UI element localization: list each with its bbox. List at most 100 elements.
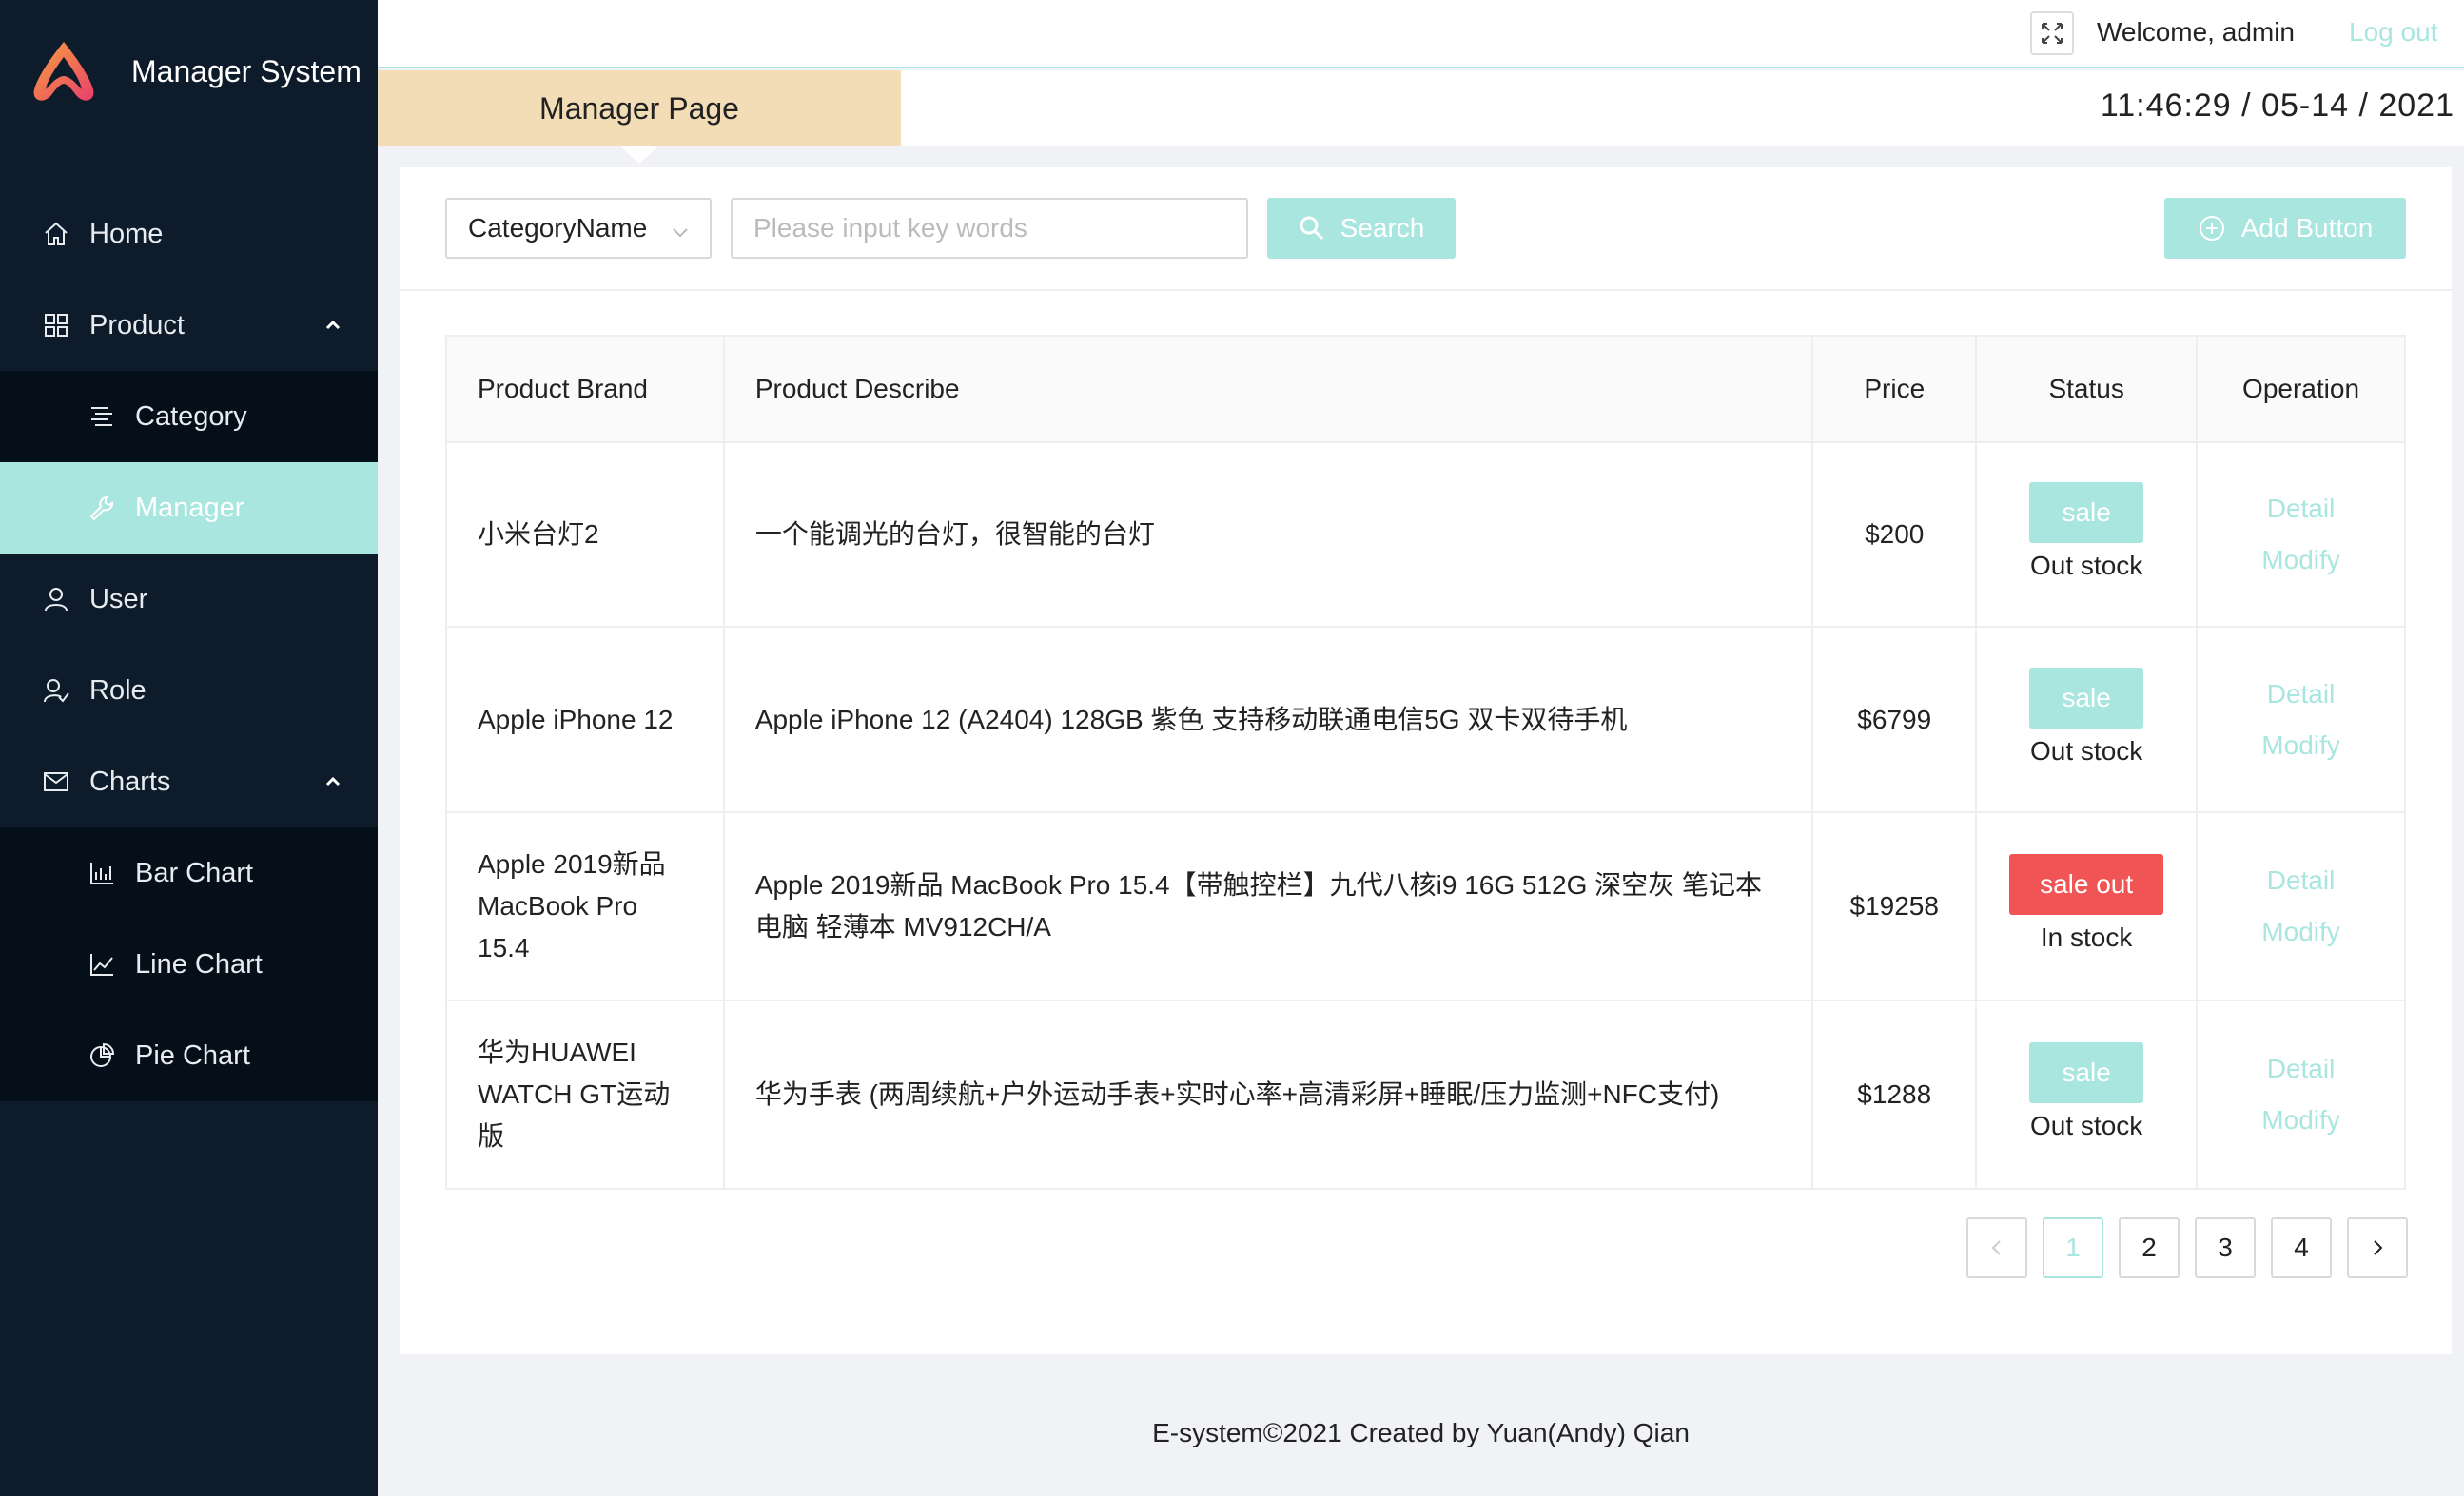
mail-icon [42, 767, 70, 796]
sidebar-item-label: Line Chart [135, 948, 263, 980]
cell-price: $200 [1811, 441, 1978, 628]
role-icon [42, 676, 70, 705]
page-header: Manager Page 11:46:29 / 05-14 / 2021 [378, 70, 2464, 164]
cell-describe: Apple 2019新品 MacBook Pro 15.4【带触控栏】九代八核i… [722, 811, 1814, 1001]
table-row: Apple 2019新品 MacBook Pro 15.4 Apple 2019… [445, 811, 2406, 1001]
search-button-label: Search [1340, 213, 1425, 243]
cell-status: sale Out stock [1975, 626, 2199, 813]
product-table: Product Brand Product Describe Price Sta… [445, 335, 2406, 1190]
sidebar-item-product[interactable]: Product [0, 280, 378, 371]
status-badge[interactable]: sale [2029, 482, 2143, 543]
logout-link[interactable]: Log out [2349, 17, 2437, 48]
table-row: 小米台灯2 一个能调光的台灯，很智能的台灯 $200 sale Out stoc… [445, 441, 2406, 628]
col-header-status: Status [1975, 335, 2199, 443]
cell-operation: Detail Modify [2196, 441, 2406, 628]
fullscreen-icon [2042, 23, 2063, 44]
bar-chart-icon [88, 859, 116, 887]
stock-text: Out stock [2030, 1111, 2143, 1140]
cell-describe: Apple iPhone 12 (A2404) 128GB 紫色 支持移动联通电… [722, 626, 1814, 813]
clock-display: 11:46:29 / 05-14 / 2021 [2100, 87, 2454, 124]
pagination: 1 2 3 4 [1966, 1217, 2408, 1278]
sidebar-item-category[interactable]: Category [0, 371, 378, 462]
modify-link[interactable]: Modify [2213, 725, 2389, 767]
table-header-row: Product Brand Product Describe Price Sta… [445, 335, 2406, 443]
sidebar-item-label: Product [89, 309, 185, 340]
sidebar-item-bar-chart[interactable]: Bar Chart [0, 827, 378, 919]
pie-chart-icon [88, 1041, 116, 1070]
toolbar: CategoryName Search Add Button [400, 167, 2452, 291]
add-button-label: Add Button [2240, 213, 2374, 243]
sidebar-item-label: Charts [89, 766, 171, 797]
cell-price: $1288 [1811, 1000, 1978, 1190]
sidebar-item-home[interactable]: Home [0, 188, 378, 280]
sidebar-item-label: Home [89, 218, 164, 249]
detail-link[interactable]: Detail [2213, 1048, 2389, 1090]
sidebar-item-label: Category [135, 400, 247, 432]
logo: Manager System [0, 0, 378, 143]
modify-link[interactable]: Modify [2213, 1099, 2389, 1141]
next-page-button[interactable] [2347, 1217, 2408, 1278]
cell-describe: 一个能调光的台灯，很智能的台灯 [722, 441, 1814, 628]
sidebar-item-label: Pie Chart [135, 1039, 250, 1071]
stock-text: In stock [2040, 923, 2133, 952]
cell-operation: Detail Modify [2196, 626, 2406, 813]
sidebar-menu: Home Product Category Manager User Role … [0, 188, 378, 1101]
page-button-4[interactable]: 4 [2271, 1217, 2332, 1278]
cell-brand: Apple iPhone 12 [445, 626, 725, 813]
footer-text: E-system©2021 Created by Yuan(Andy) Qian [1152, 1417, 1690, 1447]
detail-link[interactable]: Detail [2213, 673, 2389, 715]
content-card: CategoryName Search Add Button Product B… [400, 167, 2452, 1354]
chevron-left-icon [1991, 1240, 2001, 1255]
page-button-2[interactable]: 2 [2119, 1217, 2180, 1278]
page-title: Manager Page [378, 70, 901, 164]
search-button[interactable]: Search [1267, 198, 1456, 259]
cell-price: $6799 [1811, 626, 1978, 813]
add-button[interactable]: Add Button [2164, 198, 2406, 259]
plus-circle-icon [2199, 216, 2224, 241]
col-header-brand: Product Brand [445, 335, 725, 443]
sidebar: Manager System Home Product Category Man… [0, 0, 378, 1496]
app-logo-icon [33, 42, 94, 101]
modify-link[interactable]: Modify [2213, 539, 2389, 581]
cell-brand: Apple 2019新品 MacBook Pro 15.4 [445, 811, 725, 1001]
sidebar-item-line-chart[interactable]: Line Chart [0, 919, 378, 1010]
cell-price: $19258 [1811, 811, 1978, 1001]
detail-link[interactable]: Detail [2213, 488, 2389, 530]
col-header-describe: Product Describe [722, 335, 1814, 443]
grid-icon [42, 311, 70, 340]
category-select[interactable]: CategoryName [445, 198, 712, 259]
detail-link[interactable]: Detail [2213, 860, 2389, 902]
sidebar-item-charts[interactable]: Charts [0, 736, 378, 827]
welcome-text: Welcome, admin [2097, 17, 2296, 47]
status-badge[interactable]: sale [2029, 1042, 2143, 1103]
prev-page-button[interactable] [1966, 1217, 2027, 1278]
sidebar-item-label: Role [89, 674, 147, 706]
table-row: Apple iPhone 12 Apple iPhone 12 (A2404) … [445, 626, 2406, 813]
col-header-price: Price [1811, 335, 1978, 443]
footer: E-system©2021 Created by Yuan(Andy) Qian [378, 1370, 2464, 1496]
category-select-value: CategoryName [468, 213, 648, 243]
fullscreen-button[interactable] [2030, 11, 2074, 55]
status-badge[interactable]: sale [2029, 667, 2143, 729]
sidebar-item-label: User [89, 583, 148, 614]
table-row: 华为HUAWEI WATCH GT运动版 华为手表 (两周续航+户外运动手表+实… [445, 1000, 2406, 1190]
app-title: Manager System [131, 53, 362, 88]
line-chart-icon [88, 950, 116, 979]
stock-text: Out stock [2030, 551, 2143, 580]
page-button-3[interactable]: 3 [2195, 1217, 2256, 1278]
sidebar-item-role[interactable]: Role [0, 645, 378, 736]
sidebar-item-pie-chart[interactable]: Pie Chart [0, 1010, 378, 1101]
sidebar-item-label: Bar Chart [135, 857, 254, 888]
sidebar-item-label: Manager [135, 492, 244, 523]
sidebar-item-manager[interactable]: Manager [0, 462, 378, 554]
sidebar-item-user[interactable]: User [0, 554, 378, 645]
user-icon [42, 585, 70, 613]
modify-link[interactable]: Modify [2213, 911, 2389, 953]
page-button-1[interactable]: 1 [2043, 1217, 2103, 1278]
chevron-up-icon [323, 312, 343, 343]
search-input[interactable] [731, 198, 1248, 259]
search-icon [1300, 216, 1323, 241]
cell-describe: 华为手表 (两周续航+户外运动手表+实时心率+高清彩屏+睡眠/压力监测+NFC支… [722, 1000, 1814, 1190]
status-badge[interactable]: sale out [2009, 854, 2164, 915]
cell-operation: Detail Modify [2196, 1000, 2406, 1190]
